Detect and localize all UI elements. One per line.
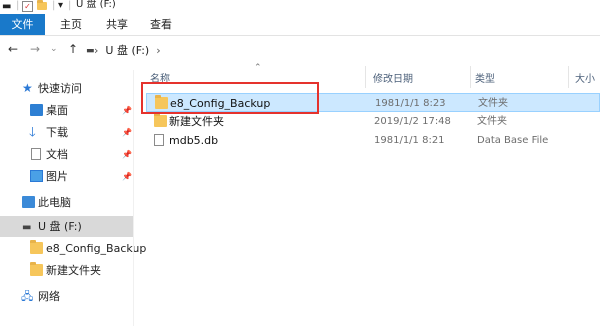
pin-icon[interactable]: 📌 bbox=[122, 100, 132, 121]
up-arrow-icon[interactable]: ↑ bbox=[68, 42, 78, 56]
folder-icon bbox=[30, 240, 43, 254]
nav-drive-f[interactable]: ▬ U 盘 (F:) bbox=[0, 216, 133, 237]
network-icon: 🖧 bbox=[21, 290, 34, 303]
file-row[interactable]: mdb5.db 1981/1/1 8:21 Data Base File bbox=[146, 131, 600, 150]
star-icon: ★ bbox=[22, 81, 33, 95]
nav-item-desktop[interactable]: 桌面 📌 bbox=[0, 100, 133, 121]
column-type[interactable]: 类型 bbox=[475, 70, 495, 85]
nav-label: 文档 bbox=[46, 148, 68, 161]
separator: | bbox=[68, 0, 72, 11]
navigation-pane: ★ 快速访问 桌面 📌 🡓 下载 📌 文档 📌 图片 📌 此电脑 ▬ U 盘 (… bbox=[0, 70, 146, 326]
nav-folder-e8-config-backup[interactable]: e8_Config_Backup bbox=[0, 238, 146, 259]
nav-label: 快速访问 bbox=[38, 82, 82, 95]
separator: | bbox=[16, 0, 20, 11]
nav-label: e8_Config_Backup bbox=[46, 242, 147, 255]
drive-icon: ▬ bbox=[2, 1, 12, 12]
usb-drive-icon: ▬ bbox=[22, 222, 32, 233]
nav-label: 下载 bbox=[46, 126, 68, 139]
nav-network[interactable]: 🖧 网络 bbox=[0, 286, 133, 307]
nav-label: 桌面 bbox=[46, 104, 68, 117]
forward-arrow-icon[interactable]: → bbox=[30, 42, 40, 56]
pictures-icon bbox=[30, 170, 43, 182]
recent-locations-chevron-icon[interactable]: ⌄ bbox=[50, 44, 58, 54]
nav-label: 网络 bbox=[38, 290, 60, 303]
tab-home[interactable]: 主页 bbox=[55, 14, 87, 35]
column-divider[interactable] bbox=[365, 66, 366, 88]
nav-label: 图片 bbox=[46, 170, 68, 183]
nav-this-pc[interactable]: 此电脑 bbox=[0, 192, 133, 213]
title-bar: ▬ | ✓ | ▾ | U 盘 (F:) bbox=[0, 0, 600, 14]
desktop-icon bbox=[30, 104, 43, 116]
nav-label: U 盘 (F:) bbox=[38, 220, 82, 233]
file-name: 新建文件夹 bbox=[169, 115, 224, 128]
ribbon-tabs: 文件 主页 共享 查看 bbox=[0, 14, 600, 36]
pin-icon[interactable]: 📌 bbox=[122, 122, 132, 143]
nav-folder-new[interactable]: 新建文件夹 bbox=[0, 260, 133, 281]
computer-icon bbox=[22, 196, 35, 208]
nav-label: 此电脑 bbox=[38, 196, 71, 209]
separator: | bbox=[52, 0, 56, 11]
file-date: 1981/1/1 8:23 bbox=[375, 98, 446, 109]
file-type: Data Base File bbox=[477, 135, 549, 146]
column-divider[interactable] bbox=[470, 66, 471, 88]
document-icon bbox=[154, 134, 164, 146]
breadcrumb-drive[interactable]: U 盘 (F:) bbox=[105, 44, 149, 57]
column-size[interactable]: 大小 bbox=[575, 70, 595, 85]
pane-divider[interactable] bbox=[133, 70, 134, 326]
sort-up-icon: ⌃ bbox=[254, 63, 262, 73]
file-date: 2019/1/2 17:48 bbox=[374, 116, 451, 127]
breadcrumb[interactable]: › U 盘 (F:) › bbox=[94, 42, 161, 58]
file-row[interactable]: 新建文件夹 2019/1/2 17:48 文件夹 bbox=[146, 112, 600, 131]
file-type: 文件夹 bbox=[478, 98, 508, 109]
properties-checkbox-icon[interactable]: ✓ bbox=[22, 1, 33, 12]
file-date: 1981/1/1 8:21 bbox=[374, 135, 445, 146]
address-row: ← → ⌄ ↑ ▬ › U 盘 (F:) › bbox=[0, 36, 600, 63]
folder-icon bbox=[154, 113, 167, 127]
nav-item-documents[interactable]: 文档 📌 bbox=[0, 144, 133, 165]
highlight-box bbox=[141, 82, 319, 114]
folder-icon bbox=[30, 262, 43, 276]
documents-icon bbox=[31, 148, 41, 160]
window-title: U 盘 (F:) bbox=[76, 0, 116, 10]
new-folder-icon[interactable] bbox=[37, 0, 47, 10]
tab-share[interactable]: 共享 bbox=[101, 14, 133, 35]
nav-item-downloads[interactable]: 🡓 下载 📌 bbox=[0, 122, 133, 143]
customize-toolbar-icon[interactable]: ▾ bbox=[58, 1, 63, 11]
download-arrow-icon: 🡓 bbox=[29, 125, 36, 140]
nav-label: 新建文件夹 bbox=[46, 264, 101, 277]
column-date[interactable]: 修改日期 bbox=[373, 70, 413, 85]
file-type: 文件夹 bbox=[477, 116, 507, 127]
nav-quick-access[interactable]: ★ 快速访问 bbox=[0, 78, 133, 99]
nav-item-pictures[interactable]: 图片 📌 bbox=[0, 166, 133, 187]
tab-view[interactable]: 查看 bbox=[145, 14, 177, 35]
pin-icon[interactable]: 📌 bbox=[122, 166, 132, 187]
back-arrow-icon[interactable]: ← bbox=[8, 42, 18, 56]
file-name: mdb5.db bbox=[169, 134, 219, 147]
pin-icon[interactable]: 📌 bbox=[122, 144, 132, 165]
column-divider[interactable] bbox=[568, 66, 569, 88]
tab-file[interactable]: 文件 bbox=[0, 14, 45, 35]
